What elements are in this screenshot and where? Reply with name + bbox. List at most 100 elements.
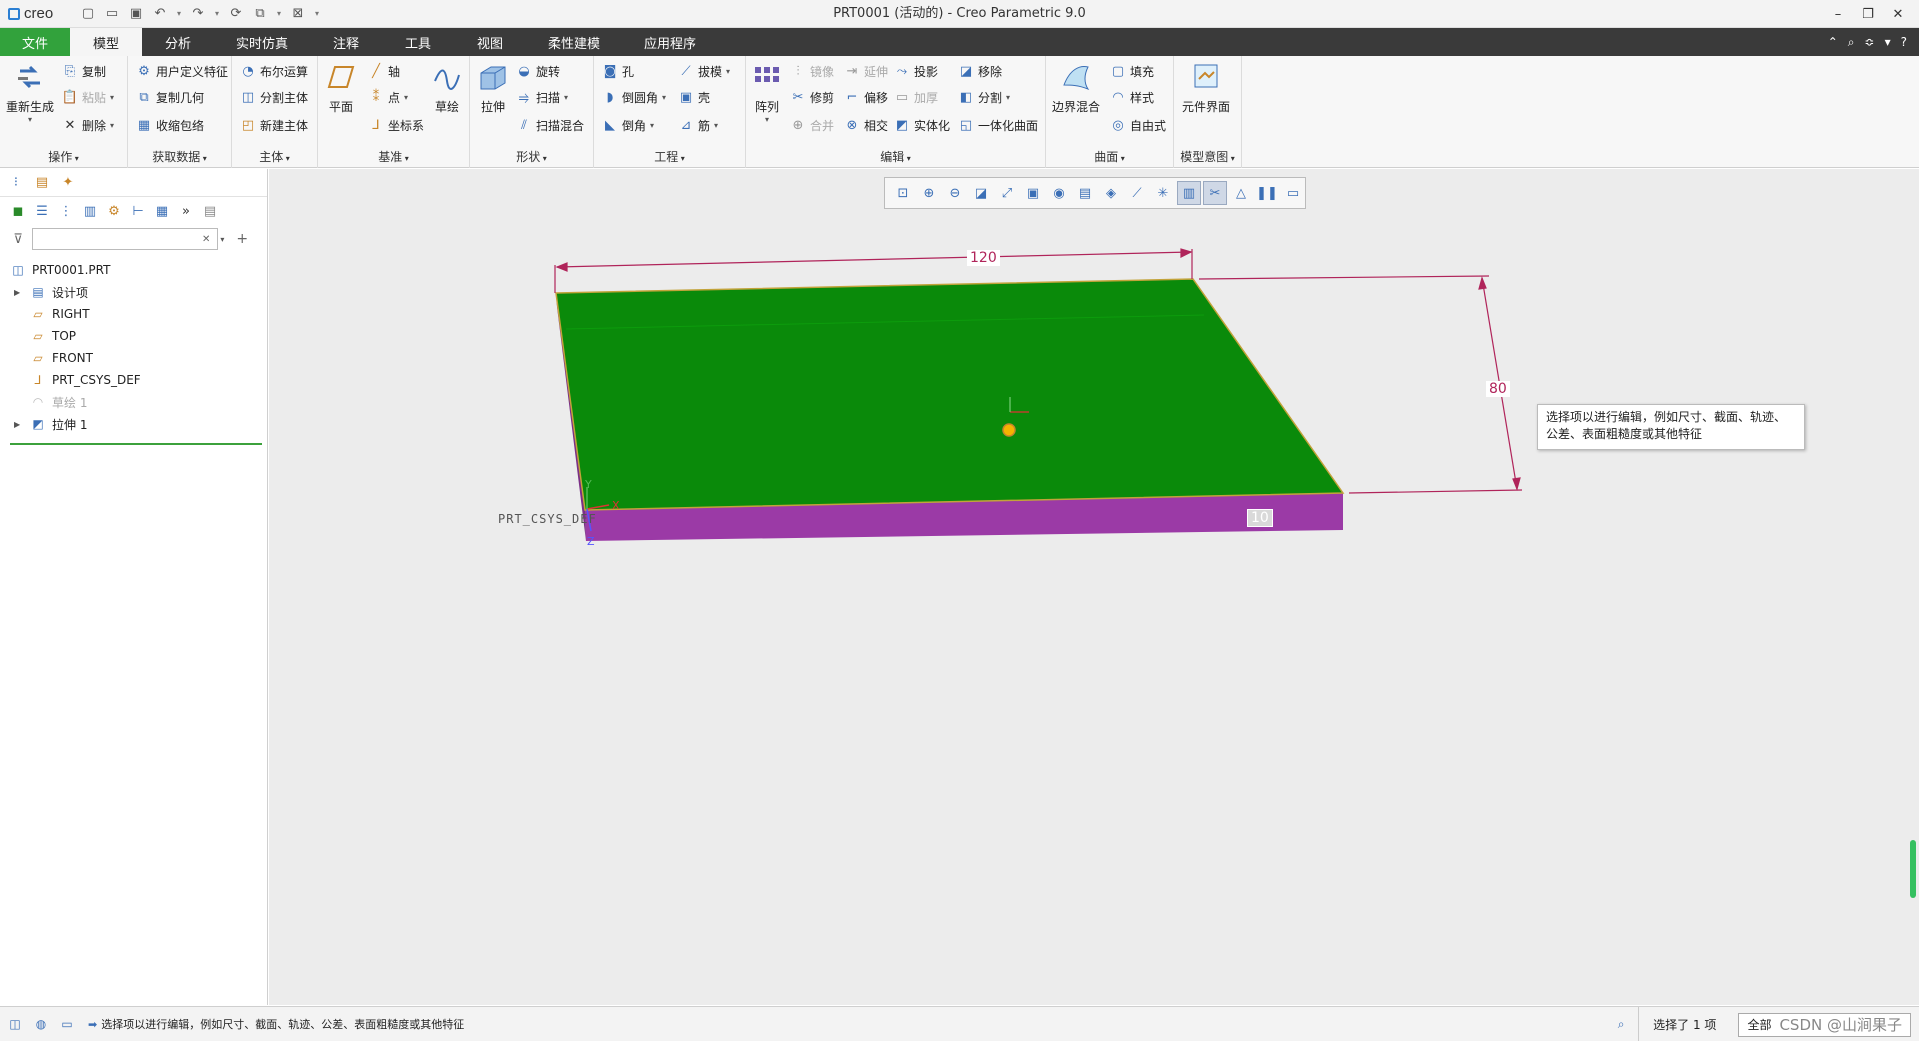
customize-qat-icon[interactable]: ▾: [312, 4, 322, 24]
find-icon[interactable]: ⌕: [1610, 1014, 1632, 1036]
perspective-view-icon[interactable]: ▤: [1073, 181, 1097, 205]
group-label-datum[interactable]: 基准: [318, 148, 469, 165]
spin-center-icon[interactable]: ✂: [1203, 181, 1227, 205]
repaint-icon[interactable]: ◪: [969, 181, 993, 205]
datum-display-icon[interactable]: ✳: [1151, 181, 1175, 205]
appearance-icon[interactable]: △: [1229, 181, 1253, 205]
tree-node-csys[interactable]: ⅃ PRT_CSYS_DEF: [0, 369, 267, 391]
group-label-shapes[interactable]: 形状: [470, 148, 593, 165]
tree-node-extrude[interactable]: ▶ ◩ 拉伸 1: [0, 413, 267, 435]
favorites-tab-icon[interactable]: ✦: [60, 175, 76, 191]
tree-node-front[interactable]: ▱ FRONT: [0, 347, 267, 369]
trim-button[interactable]: ✂ 修剪: [790, 86, 834, 108]
tab-live-simulation[interactable]: 实时仿真: [214, 28, 310, 56]
chamfer-button[interactable]: ◣ 倒角 ▾: [602, 114, 654, 136]
graphics-area[interactable]: 120 80 10 PRT_CSYS_DEF Y X Z: [269, 169, 1919, 1005]
toggle-browser-icon[interactable]: ◍: [30, 1013, 52, 1035]
close-icon[interactable]: ✕: [1883, 0, 1913, 28]
command-search-icon[interactable]: ⌕: [1848, 35, 1855, 50]
insert-here-indicator[interactable]: [10, 443, 262, 445]
options-dropdown-icon[interactable]: ▾: [1885, 35, 1891, 49]
extend-button[interactable]: ⇥ 延伸: [844, 60, 888, 82]
open-folder-icon[interactable]: ▭: [102, 4, 122, 24]
dimension-length[interactable]: 120: [967, 250, 1000, 266]
tree-settings-icon[interactable]: ⚙: [106, 203, 122, 219]
new-file-icon[interactable]: ▢: [78, 4, 98, 24]
tab-annotate[interactable]: 注释: [310, 28, 382, 56]
scroll-indicator[interactable]: [1910, 840, 1916, 898]
windows-icon[interactable]: ⧉: [250, 4, 270, 24]
paste-button[interactable]: 📋 粘贴 ▾: [62, 86, 114, 108]
tree-filters-icon[interactable]: ☰: [34, 203, 50, 219]
tab-analysis[interactable]: 分析: [142, 28, 214, 56]
toggle-navigator-icon[interactable]: ◫: [4, 1013, 26, 1035]
tree-node-design-items[interactable]: ▶ ▤ 设计项: [0, 281, 267, 303]
section-view-icon[interactable]: ⟋: [1125, 181, 1149, 205]
copy-geometry-button[interactable]: ⧉ 复制几何: [136, 86, 204, 108]
community-icon[interactable]: ≎: [1865, 35, 1875, 49]
split-body-button[interactable]: ◫ 分割主体: [240, 86, 308, 108]
hole-button[interactable]: ◙ 孔: [602, 60, 634, 82]
add-filter-icon[interactable]: +: [236, 231, 248, 247]
expand-icon[interactable]: ▶: [14, 420, 24, 429]
tree-list-icon[interactable]: ⋮: [58, 203, 74, 219]
shrinkwrap-button[interactable]: ▦ 收缩包络: [136, 114, 204, 136]
csys-button[interactable]: ⅃ 坐标系: [368, 114, 424, 136]
search-dropdown-icon[interactable]: ▾: [220, 235, 224, 244]
tree-search-input[interactable]: [32, 228, 218, 250]
redo-dropdown-icon[interactable]: ▾: [212, 4, 222, 24]
sweep-button[interactable]: ⥤ 扫描 ▾: [516, 86, 568, 108]
fill-button[interactable]: ▢ 填充: [1110, 60, 1154, 82]
mirror-button[interactable]: ⫶ 镜像: [790, 60, 834, 82]
thicken-button[interactable]: ▭ 加厚: [894, 86, 938, 108]
intersect-button[interactable]: ⊗ 相交: [844, 114, 888, 136]
selection-count[interactable]: 选择了 1 项: [1638, 1007, 1730, 1041]
boolean-button[interactable]: ◔ 布尔运算: [240, 60, 308, 82]
playback-icon[interactable]: ▭: [1281, 181, 1305, 205]
show-bodies-icon[interactable]: ◼: [10, 203, 26, 219]
group-label-body[interactable]: 主体: [232, 148, 317, 165]
revolve-button[interactable]: ◒ 旋转: [516, 60, 560, 82]
undo-dropdown-icon[interactable]: ▾: [174, 4, 184, 24]
unify-surface-button[interactable]: ◱ 一体化曲面: [958, 114, 1038, 136]
point-button[interactable]: ⁑ 点 ▾: [368, 86, 408, 108]
group-label-get-data[interactable]: 获取数据: [128, 148, 231, 165]
group-label-model-intent[interactable]: 模型意图: [1174, 148, 1241, 165]
draft-button[interactable]: ⟋ 拔模 ▾: [678, 60, 730, 82]
regenerate-icon[interactable]: ⟳: [226, 4, 246, 24]
help-icon[interactable]: ?: [1901, 35, 1907, 49]
tree-node-sketch[interactable]: ◠ 草绘 1: [0, 391, 267, 413]
tree-hierarchy-icon[interactable]: ⊢: [130, 203, 146, 219]
regenerate-button[interactable]: 重新生成 ▾: [6, 60, 54, 124]
tree-notes-icon[interactable]: ▤: [202, 203, 218, 219]
block-top-face[interactable]: [555, 278, 1345, 511]
freestyle-button[interactable]: ◎ 自由式: [1110, 114, 1166, 136]
pattern-button[interactable]: 阵列 ▾: [750, 60, 784, 124]
plane-button[interactable]: 平面: [324, 60, 358, 115]
tree-node-part[interactable]: ◫ PRT0001.PRT: [0, 259, 267, 281]
group-label-engineering[interactable]: 工程: [594, 148, 745, 165]
selection-filter[interactable]: 全部 CSDN @山涧果子: [1738, 1012, 1911, 1037]
close-window-icon[interactable]: ⊠: [288, 4, 308, 24]
restore-icon[interactable]: ❐: [1853, 0, 1883, 28]
round-button[interactable]: ◗ 倒圆角 ▾: [602, 86, 666, 108]
folder-browser-tab-icon[interactable]: ▤: [34, 175, 50, 191]
sweep-blend-button[interactable]: ⫽ 扫描混合: [516, 114, 584, 136]
collapse-ribbon-icon[interactable]: ⌃: [1828, 35, 1838, 49]
more-tools-icon[interactable]: »: [178, 203, 194, 219]
display-style-icon[interactable]: ◈: [1099, 181, 1123, 205]
axis-button[interactable]: ╱ 轴: [368, 60, 400, 82]
new-body-button[interactable]: ◰ 新建主体: [240, 114, 308, 136]
tab-applications[interactable]: 应用程序: [622, 28, 718, 56]
tab-tools[interactable]: 工具: [382, 28, 454, 56]
tree-layers-icon[interactable]: ▦: [154, 203, 170, 219]
windows-dropdown-icon[interactable]: ▾: [274, 4, 284, 24]
minimize-icon[interactable]: –: [1823, 0, 1853, 28]
offset-button[interactable]: ⌐ 偏移: [844, 86, 888, 108]
delete-button[interactable]: ✕ 删除 ▾: [62, 114, 114, 136]
annotation-display-icon[interactable]: ▥: [1177, 181, 1201, 205]
redo-icon[interactable]: ↷: [188, 4, 208, 24]
model-tree-tab-icon[interactable]: ⁝: [8, 175, 24, 191]
reorient-icon[interactable]: ⤢: [995, 181, 1019, 205]
zoom-out-icon[interactable]: ⊖: [943, 181, 967, 205]
